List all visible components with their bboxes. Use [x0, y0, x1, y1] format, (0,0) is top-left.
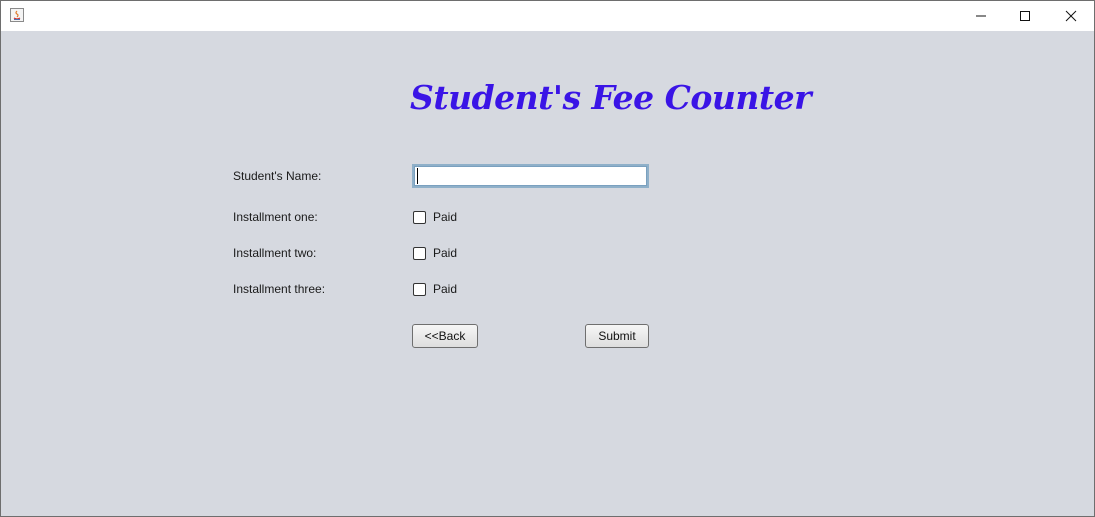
installment-one-label: Installment one: — [233, 210, 318, 224]
close-icon — [1065, 10, 1077, 22]
student-name-input[interactable] — [412, 164, 649, 188]
minimize-button[interactable] — [958, 1, 1004, 31]
maximize-button[interactable] — [1002, 1, 1048, 31]
form-panel: Student's Fee Counter Student's Name: In… — [1, 31, 1094, 516]
student-name-label: Student's Name: — [233, 169, 322, 183]
maximize-icon — [1020, 11, 1030, 21]
installment-two-label: Installment two: — [233, 246, 317, 260]
java-app-icon[interactable] — [10, 8, 24, 22]
installment-three-label: Installment three: — [233, 282, 326, 296]
page-title: Student's Fee Counter — [410, 78, 812, 117]
title-bar[interactable] — [1, 1, 1094, 31]
minimize-icon — [976, 15, 986, 17]
installment-three-checkbox[interactable] — [413, 282, 426, 296]
submit-button[interactable]: Submit — [585, 324, 649, 348]
installment-three-checkbox-row[interactable]: Paid — [413, 281, 457, 297]
installment-one-checkbox-row[interactable]: Paid — [413, 209, 457, 225]
installment-two-checkbox[interactable] — [413, 246, 426, 260]
back-button[interactable]: <<Back — [412, 324, 478, 348]
installment-one-paid-label[interactable]: Paid — [433, 210, 457, 224]
installment-one-checkbox[interactable] — [413, 210, 426, 224]
installment-three-paid-label[interactable]: Paid — [433, 282, 457, 296]
app-window: Student's Fee Counter Student's Name: In… — [0, 0, 1095, 517]
close-button[interactable] — [1048, 1, 1094, 31]
installment-two-paid-label[interactable]: Paid — [433, 246, 457, 260]
installment-two-checkbox-row[interactable]: Paid — [413, 245, 457, 261]
